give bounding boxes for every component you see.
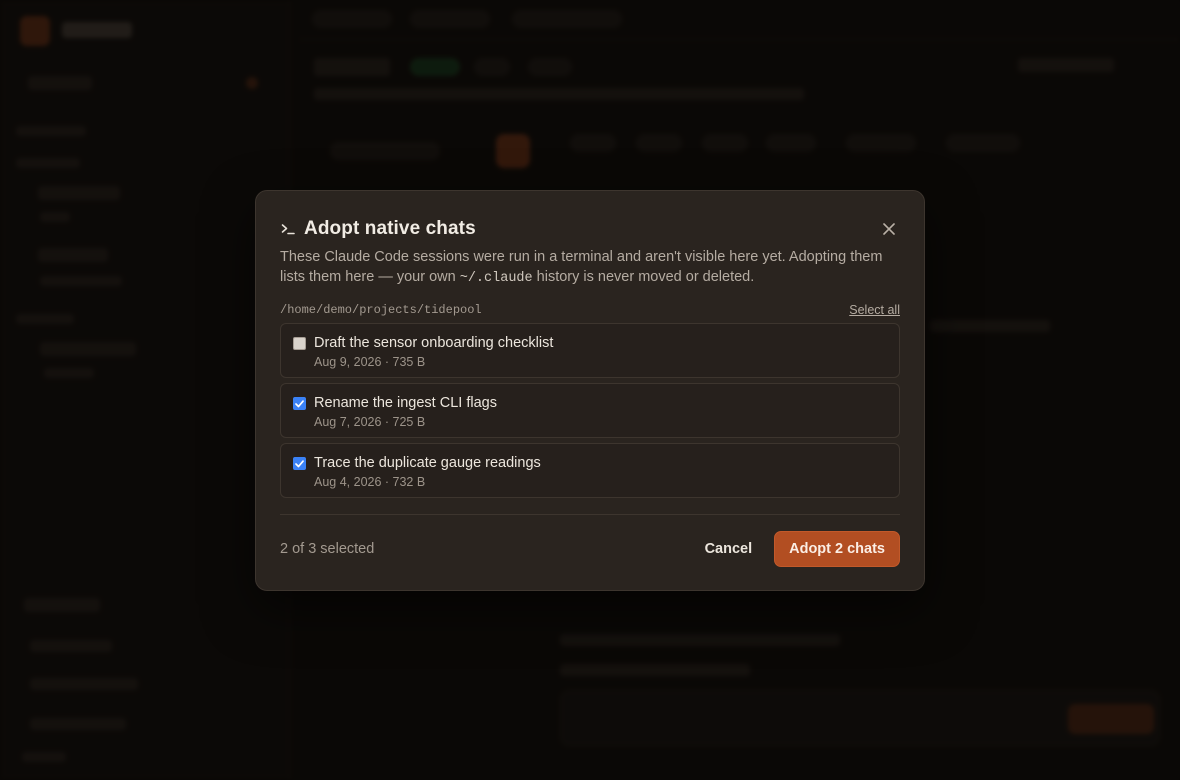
chat-meta: Aug 9, 2026 · 735 B: [314, 355, 426, 369]
description-text: history is never moved or deleted.: [532, 269, 755, 285]
dialog-header: Adopt native chats: [280, 215, 900, 243]
chat-text: Rename the ingest CLI flags Aug 7, 2026 …: [314, 394, 497, 430]
selected-count: 2 of 3 selected: [280, 541, 375, 557]
chat-list-item[interactable]: Trace the duplicate gauge readings Aug 4…: [280, 443, 900, 498]
dialog-description: These Claude Code sessions were run in a…: [280, 247, 900, 289]
cancel-button[interactable]: Cancel: [705, 541, 753, 557]
chat-list-item[interactable]: Draft the sensor onboarding checklist Au…: [280, 323, 900, 378]
chat-text: Trace the duplicate gauge readings Aug 4…: [314, 454, 541, 490]
chat-title: Draft the sensor onboarding checklist: [314, 335, 554, 351]
close-button[interactable]: [878, 218, 900, 240]
claude-history-path: ~/.claude: [459, 271, 533, 286]
chat-meta: Aug 7, 2026 · 725 B: [314, 415, 426, 429]
chat-title: Trace the duplicate gauge readings: [314, 455, 541, 471]
chat-checkbox[interactable]: [293, 337, 306, 350]
adopt-chats-button[interactable]: Adopt 2 chats: [774, 531, 900, 567]
chat-list-item[interactable]: Rename the ingest CLI flags Aug 7, 2026 …: [280, 383, 900, 438]
dialog-title: Adopt native chats: [304, 218, 476, 239]
check-icon: [295, 399, 304, 407]
project-path: /home/demo/projects/tidepool: [280, 303, 482, 317]
footer-divider: [280, 514, 900, 515]
adopt-native-chats-dialog: Adopt native chats These Claude Code ses…: [255, 190, 925, 591]
close-icon: [883, 223, 895, 235]
chat-checkbox[interactable]: [293, 457, 306, 470]
select-all-link[interactable]: Select all: [849, 303, 900, 317]
check-icon: [295, 459, 304, 467]
chat-meta: Aug 4, 2026 · 732 B: [314, 475, 426, 489]
chat-checkbox[interactable]: [293, 397, 306, 410]
chat-title: Rename the ingest CLI flags: [314, 395, 497, 411]
chat-text: Draft the sensor onboarding checklist Au…: [314, 334, 553, 370]
terminal-icon: [280, 221, 296, 237]
chat-list: Draft the sensor onboarding checklist Au…: [280, 323, 900, 498]
project-path-row: /home/demo/projects/tidepool Select all: [280, 303, 900, 317]
dialog-footer: 2 of 3 selected Cancel Adopt 2 chats: [280, 531, 900, 567]
